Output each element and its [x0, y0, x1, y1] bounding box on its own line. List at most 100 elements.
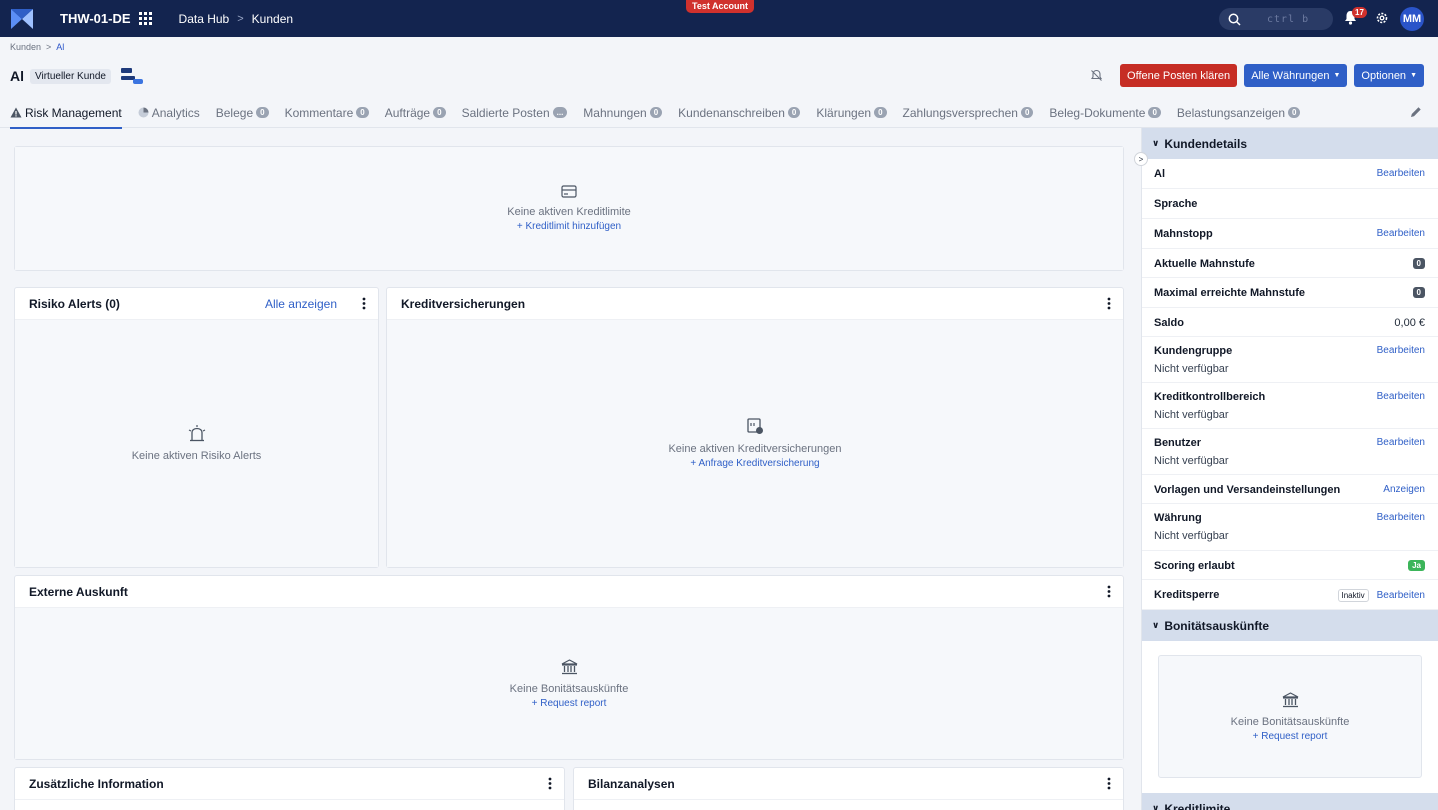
bonitaet-section-header[interactable]: ∨ Bonitätsauskünfte	[1142, 610, 1438, 641]
header-actions: Offene Posten klären Alle Währungen ▼ Opt…	[1090, 64, 1424, 87]
empty-text: Keine aktiven Kreditversicherungen	[668, 443, 842, 455]
breadcrumb-kunden[interactable]: Kunden	[10, 42, 41, 52]
credit-card-icon	[561, 185, 577, 198]
tab-risk-management[interactable]: Risk Management	[10, 98, 122, 129]
anzeigen-link[interactable]: Anzeigen	[1383, 484, 1425, 495]
detail-row-kreditkontrollbereich: Kreditkontrollbereich Nicht verfügbar Bea…	[1142, 383, 1438, 429]
saldo-value: 0,00 €	[1394, 317, 1425, 329]
kundendetails-section-header[interactable]: ∨ Kundendetails	[1142, 128, 1438, 159]
pie-chart-icon	[138, 107, 149, 118]
more-vertical-icon[interactable]	[1107, 297, 1111, 310]
tab-zahlungsversprechen[interactable]: Zahlungsversprechen 0	[903, 98, 1034, 128]
user-avatar[interactable]: MM	[1400, 7, 1424, 31]
card-header: Zusätzliche Information	[15, 768, 564, 800]
bilanzanalysen-card: Bilanzanalysen	[573, 767, 1124, 810]
tab-klaerungen[interactable]: Klärungen 0	[816, 98, 887, 128]
test-account-badge: Test Account	[686, 0, 755, 13]
hierarchy-icon[interactable]	[119, 67, 145, 85]
tab-beleg-dokumente[interactable]: Beleg-Dokumente 0	[1049, 98, 1161, 128]
collapse-panel-button[interactable]: >	[1134, 152, 1148, 166]
tab-belege[interactable]: Belege 0	[216, 98, 269, 128]
request-report-link[interactable]: + Request report	[532, 698, 607, 709]
bearbeiten-link[interactable]: Bearbeiten	[1377, 228, 1425, 239]
tab-label: Aufträge	[384, 105, 431, 120]
tab-label: Kommentare	[284, 105, 354, 120]
tab-label: Belege	[215, 105, 254, 120]
detail-label: Kundengruppe	[1154, 345, 1233, 357]
tab-kommentare[interactable]: Kommentare 0	[285, 98, 369, 128]
detail-label: Benutzer	[1154, 437, 1202, 449]
more-vertical-icon[interactable]	[1107, 585, 1111, 598]
pencil-icon[interactable]	[1410, 106, 1422, 118]
notification-count: 17	[1352, 7, 1367, 18]
detail-row-sprache: Sprache	[1142, 189, 1438, 219]
tab-count: 0	[256, 107, 269, 118]
top-breadcrumb: Data Hub > Kunden	[179, 12, 294, 26]
chevron-down-icon: ∨	[1152, 803, 1160, 810]
request-report-link[interactable]: + Request report	[1253, 731, 1328, 742]
crumb-data-hub[interactable]: Data Hub	[179, 12, 230, 26]
risiko-alerts-card: Risiko Alerts (0) Alle anzeigen Keine ak…	[14, 287, 379, 568]
detail-row-benutzer: Benutzer Nicht verfügbar Bearbeiten	[1142, 429, 1438, 475]
tab-label: Kundenanschreiben	[678, 105, 785, 120]
anfrage-kreditversicherung-link[interactable]: + Anfrage Kreditversicherung	[690, 458, 819, 469]
detail-label: Scoring erlaubt	[1154, 560, 1235, 572]
detail-value: Nicht verfügbar	[1154, 530, 1229, 542]
search-input[interactable]: ctrl b	[1219, 8, 1333, 30]
kreditlimite-section-header[interactable]: ∨ Kreditlimite	[1142, 793, 1438, 810]
detail-label: Al	[1154, 168, 1165, 180]
chevron-right-icon: >	[237, 12, 244, 25]
caret-down-icon: ▼	[1333, 72, 1341, 79]
tab-belastungsanzeigen[interactable]: Belastungsanzeigen 0	[1177, 98, 1301, 128]
empty-text: Keine aktiven Kreditlimite	[507, 206, 631, 218]
section-title: Bonitätsauskünfte	[1164, 618, 1269, 633]
bearbeiten-link[interactable]: Bearbeiten	[1377, 345, 1425, 356]
apps-grid-icon[interactable]	[138, 11, 153, 26]
detail-row-max-mahnstufe: Maximal erreichte Mahnstufe 0	[1142, 278, 1438, 308]
kreditsperre-badge: Inaktiv	[1337, 589, 1369, 602]
bearbeiten-link[interactable]: Bearbeiten	[1377, 168, 1425, 179]
max-mahnstufe-badge: 0	[1412, 287, 1425, 298]
tab-mahnungen[interactable]: Mahnungen 0	[583, 98, 663, 128]
waehrungen-dropdown[interactable]: Alle Währungen ▼	[1244, 64, 1348, 87]
breadcrumb: Kunden > Al	[10, 42, 64, 52]
tab-count: 0	[433, 107, 446, 118]
tab-saldierte-posten[interactable]: Saldierte Posten...	[462, 98, 568, 128]
bearbeiten-link[interactable]: Bearbeiten	[1377, 437, 1425, 448]
tab-auftraege[interactable]: Aufträge 0	[385, 98, 446, 128]
detail-label: Mahnstopp	[1154, 228, 1213, 240]
app-logo-icon[interactable]	[0, 0, 44, 37]
more-vertical-icon[interactable]	[1107, 777, 1111, 790]
bearbeiten-link[interactable]: Bearbeiten	[1377, 391, 1425, 402]
detail-label: Saldo	[1154, 317, 1184, 329]
tenant-name[interactable]: THW-01-DE	[60, 11, 131, 26]
add-kreditlimit-link[interactable]: + Kreditlimit hinzufügen	[517, 221, 621, 232]
crumb-kunden[interactable]: Kunden	[252, 12, 293, 26]
bank-icon	[561, 658, 577, 674]
kreditlimite-empty-state: Keine aktiven Kreditlimite + Kreditlimit…	[15, 147, 1123, 270]
tab-label: Risk Management	[25, 105, 122, 120]
chevron-down-icon: ∨	[1152, 620, 1160, 630]
tab-label: Analytics	[151, 105, 200, 120]
tab-count: 0	[1148, 107, 1161, 118]
gear-icon[interactable]	[1375, 11, 1389, 25]
optionen-dropdown[interactable]: Optionen ▼	[1354, 64, 1424, 87]
more-vertical-icon[interactable]	[548, 777, 552, 790]
mahnstufe-badge: 0	[1412, 258, 1425, 269]
tab-count: 0	[874, 107, 887, 118]
more-vertical-icon[interactable]	[362, 297, 366, 310]
bearbeiten-link[interactable]: Bearbeiten	[1377, 590, 1425, 601]
page-title: Al	[10, 68, 24, 84]
bearbeiten-link[interactable]: Bearbeiten	[1377, 512, 1425, 523]
bell-off-icon[interactable]	[1090, 69, 1103, 82]
tab-count: 0	[356, 107, 369, 118]
alle-anzeigen-link[interactable]: Alle anzeigen	[265, 297, 337, 311]
risiko-empty-state: Keine aktiven Risiko Alerts	[15, 320, 378, 567]
bank-icon	[1282, 691, 1298, 707]
offene-posten-button[interactable]: Offene Posten klären	[1120, 64, 1238, 87]
section-title: Kundendetails	[1164, 136, 1247, 151]
tab-analytics[interactable]: Analytics	[138, 98, 200, 128]
kreditversicherungen-card: Kreditversicherungen Keine aktiven Kredi…	[386, 287, 1124, 568]
tab-kundenanschreiben[interactable]: Kundenanschreiben 0	[678, 98, 801, 128]
breadcrumb-current[interactable]: Al	[56, 42, 64, 52]
